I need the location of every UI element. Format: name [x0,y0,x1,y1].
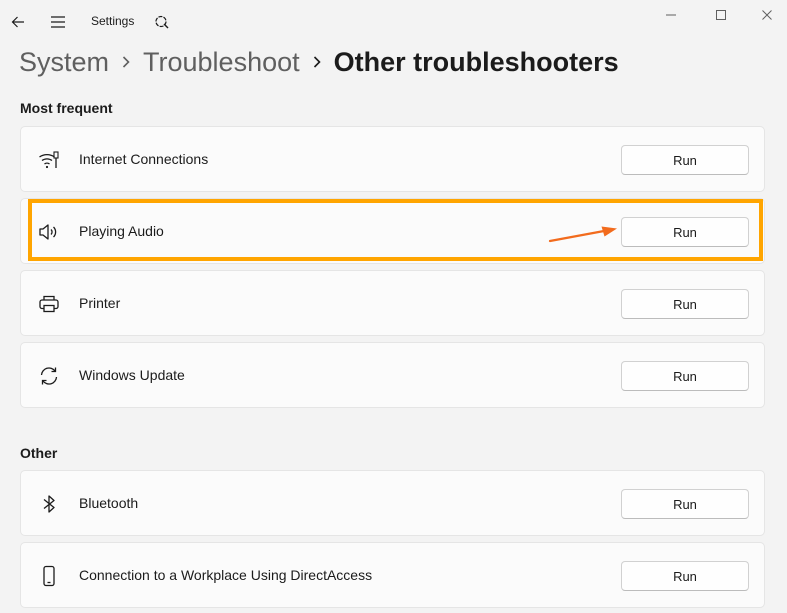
run-button-directaccess[interactable]: Run [621,561,749,591]
troubleshooter-internet-connections: Internet Connections Run [20,126,765,192]
troubleshooter-printer: Printer Run [20,270,765,336]
hamburger-menu-icon[interactable] [46,10,70,34]
run-button-windows-update[interactable]: Run [621,361,749,391]
troubleshooter-directaccess: Connection to a Workplace Using DirectAc… [20,542,765,608]
chevron-right-icon [300,55,334,69]
troubleshooter-label: Bluetooth [79,495,139,511]
back-arrow-icon[interactable] [6,10,30,34]
breadcrumb: System Troubleshoot Other troubleshooter… [19,44,619,80]
page-title: Other troubleshooters [333,46,619,77]
troubleshooter-bluetooth: Bluetooth Run [20,470,765,536]
annotation-arrow-icon [548,226,617,243]
phone-icon [37,564,61,588]
settings-app-icon [150,10,174,34]
app-title: Settings [91,14,135,28]
troubleshooter-label: Connection to a Workplace Using DirectAc… [79,567,373,583]
run-button-bluetooth[interactable]: Run [621,489,749,519]
wifi-icon [37,148,61,172]
troubleshooter-playing-audio: Playing Audio Run [20,198,765,264]
section-heading-other: Other [20,445,58,461]
breadcrumb-troubleshoot[interactable]: Troubleshoot [143,47,300,78]
run-button-printer[interactable]: Run [621,289,749,319]
troubleshooter-label: Playing Audio [79,223,164,239]
speaker-icon [37,220,61,244]
printer-icon [37,292,61,316]
sync-icon [37,364,61,388]
close-button[interactable] [744,2,787,28]
section-heading-most-frequent: Most frequent [20,100,113,116]
title-bar: Settings [0,0,787,42]
troubleshooter-label: Internet Connections [79,151,209,167]
minimize-button[interactable] [648,2,694,28]
maximize-button[interactable] [698,2,744,28]
run-button-internet-connections[interactable]: Run [621,145,749,175]
bluetooth-icon [37,492,61,516]
troubleshooter-label: Printer [79,295,121,311]
chevron-right-icon [109,55,143,69]
troubleshooter-label: Windows Update [79,367,185,383]
run-button-playing-audio[interactable]: Run [621,217,749,247]
breadcrumb-system[interactable]: System [19,47,109,78]
troubleshooter-windows-update: Windows Update Run [20,342,765,408]
